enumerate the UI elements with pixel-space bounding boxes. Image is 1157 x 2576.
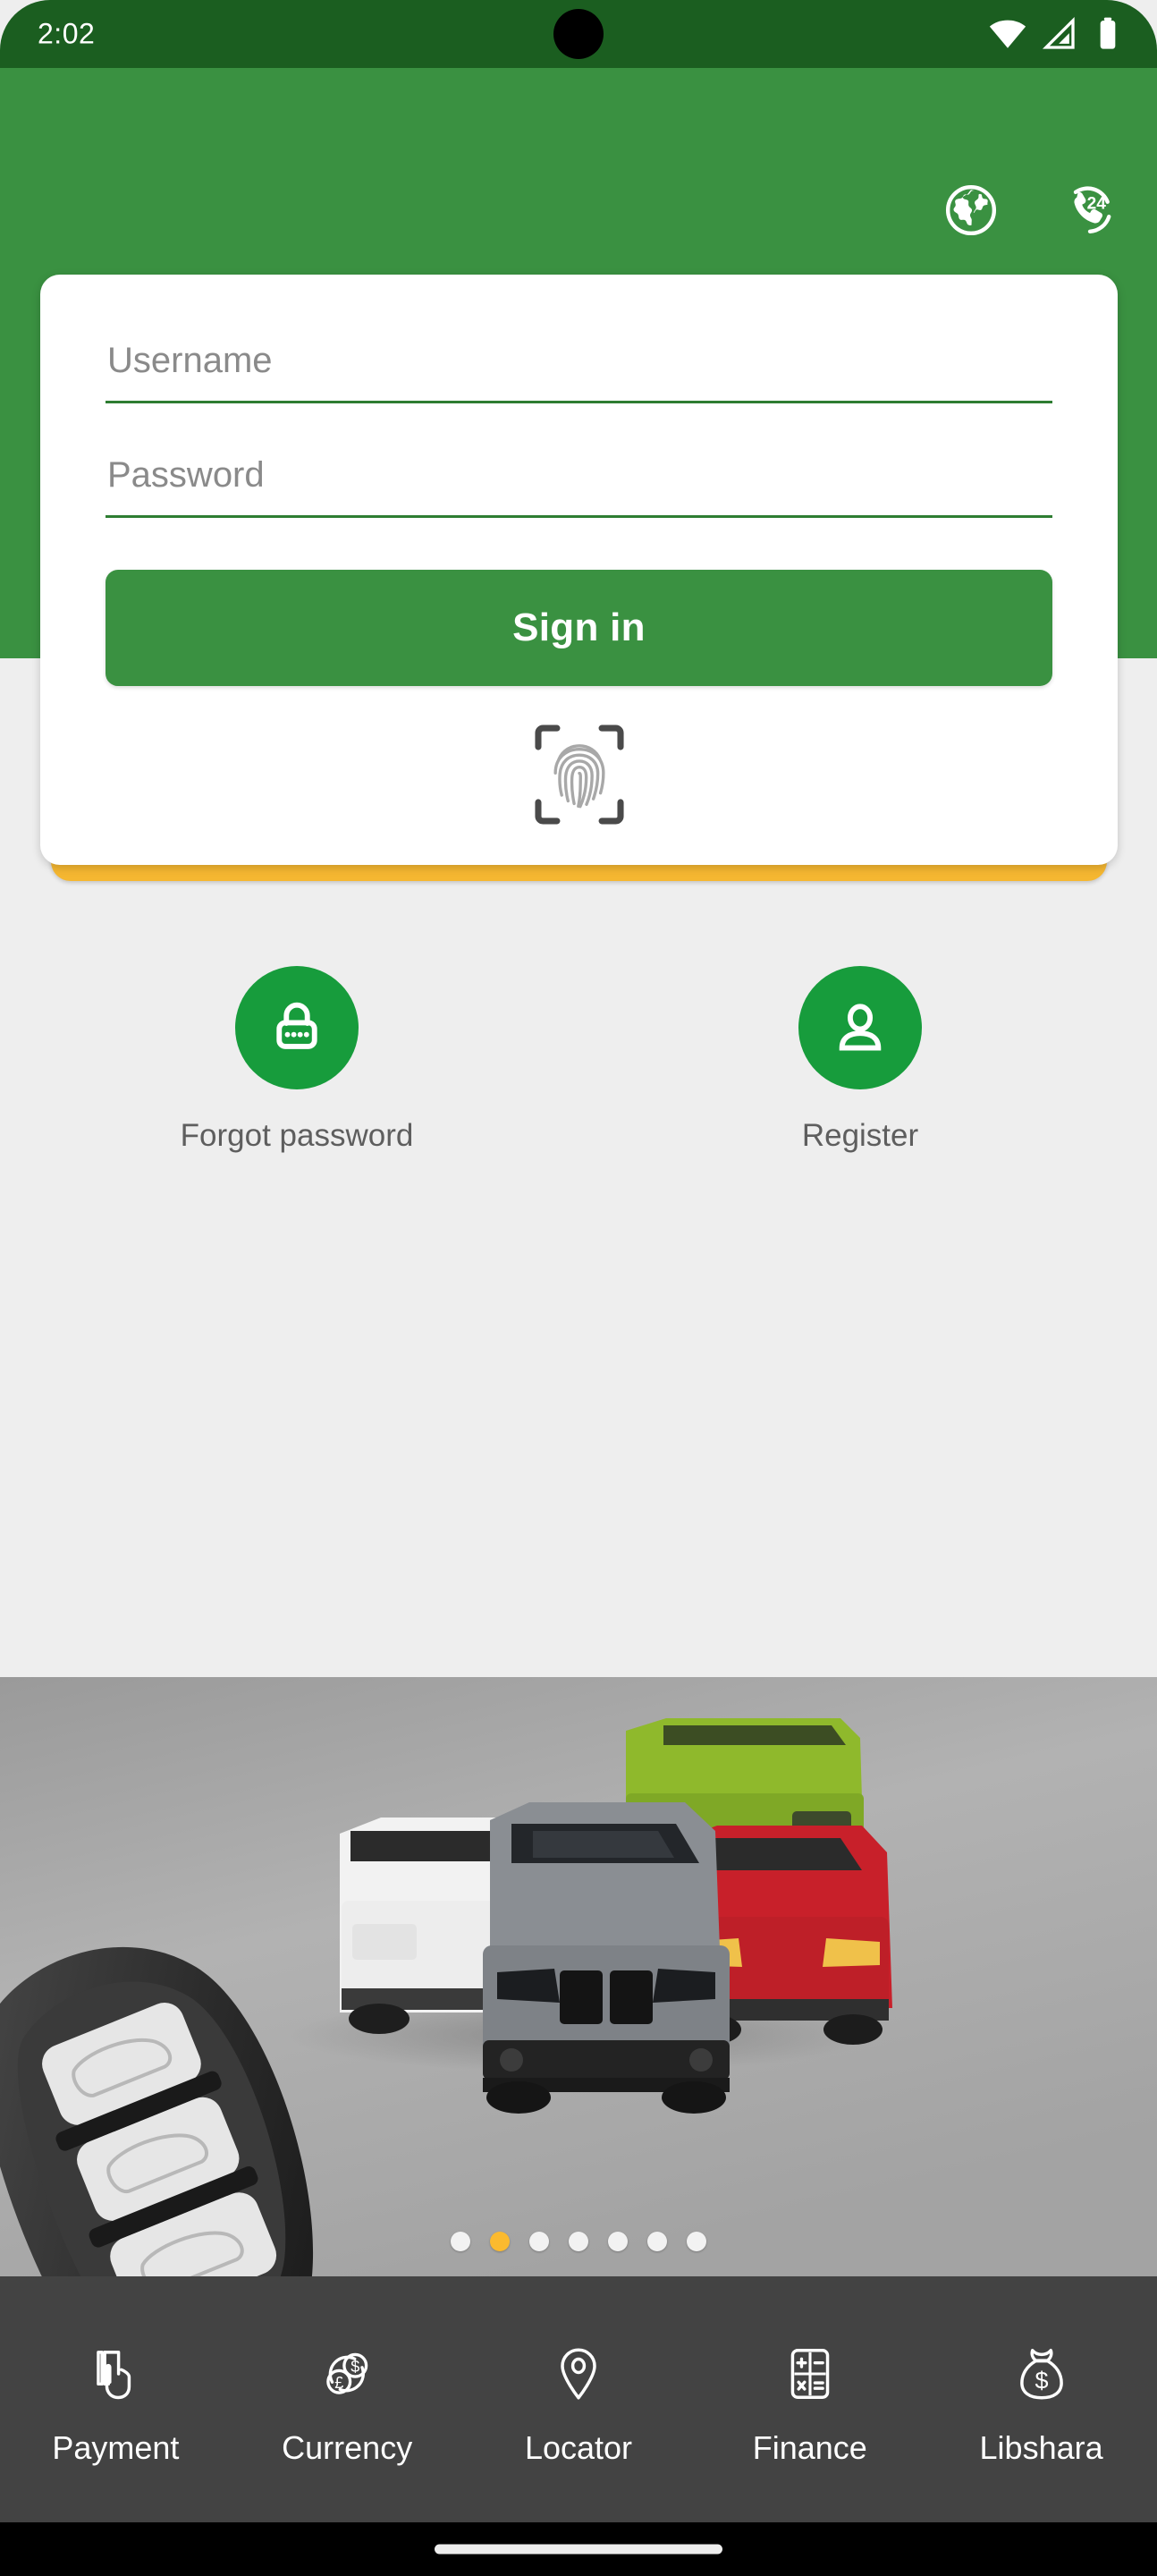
- carousel-dot[interactable]: [490, 2232, 510, 2251]
- camera-cutout: [553, 9, 604, 59]
- username-field-group: [106, 341, 1052, 403]
- forgot-password-action[interactable]: Forgot password: [149, 966, 444, 1154]
- calculator-icon: [778, 2333, 842, 2415]
- nav-label-payment: Payment: [52, 2428, 180, 2466]
- nav-item-finance[interactable]: Finance: [698, 2333, 922, 2467]
- battery-icon: [1093, 16, 1123, 52]
- login-card: Sign in: [40, 275, 1118, 865]
- promo-illustration: UNLOCK: [0, 1677, 1157, 2276]
- carousel-dot[interactable]: [687, 2232, 706, 2251]
- sign-in-button[interactable]: Sign in: [106, 570, 1052, 686]
- nav-label-locator: Locator: [524, 2428, 633, 2466]
- globe-icon[interactable]: [943, 182, 999, 238]
- biometric-row: [106, 686, 1052, 865]
- bottom-nav: Payment $ £ Currency Locator Finance $ L…: [0, 2276, 1157, 2522]
- carousel-dot[interactable]: [569, 2232, 588, 2251]
- nav-label-currency: Currency: [282, 2428, 413, 2466]
- quick-actions: Forgot password Register: [0, 966, 1157, 1154]
- gesture-navigation-area: [0, 2522, 1157, 2576]
- svg-text:$: $: [1035, 2367, 1048, 2394]
- person-icon: [798, 966, 922, 1089]
- phone-screen: 2:02 24 Username Sign in Forgot password…: [0, 0, 1157, 2576]
- carousel-dots: [0, 2232, 1157, 2251]
- promo-banner[interactable]: UNLOCK: [0, 1677, 1157, 2276]
- money-bag-icon: $: [1009, 2333, 1074, 2415]
- carousel-dot[interactable]: [451, 2232, 470, 2251]
- fingerprint-scan-icon[interactable]: [531, 722, 628, 827]
- nav-item-currency[interactable]: $ £ Currency: [235, 2333, 459, 2467]
- map-pin-icon: [546, 2333, 611, 2415]
- nav-label-finance: Finance: [752, 2428, 867, 2466]
- svg-text:£: £: [334, 2373, 343, 2391]
- status-time: 2:02: [38, 17, 96, 50]
- header-actions: 24: [943, 182, 1117, 238]
- cell-signal-icon: [1042, 16, 1077, 52]
- currency-coins-icon: $ £: [315, 2333, 379, 2415]
- support-24-icon[interactable]: 24: [1061, 182, 1117, 238]
- carousel-dot[interactable]: [608, 2232, 628, 2251]
- username-input[interactable]: [106, 341, 1052, 403]
- nav-item-libshara[interactable]: $ Libshara: [930, 2333, 1153, 2467]
- nav-item-locator[interactable]: Locator: [467, 2333, 690, 2467]
- wifi-icon: [989, 15, 1026, 53]
- svg-text:$: $: [350, 2357, 359, 2375]
- nav-label-libshara: Libshara: [979, 2428, 1103, 2466]
- password-field-group: [106, 455, 1052, 518]
- password-input[interactable]: [106, 455, 1052, 518]
- status-icons: [989, 15, 1123, 53]
- forgot-password-label: Forgot password: [180, 1118, 414, 1153]
- lock-icon: [235, 966, 359, 1089]
- svg-text:24: 24: [1087, 194, 1107, 213]
- register-label: Register: [801, 1118, 919, 1153]
- home-indicator[interactable]: [435, 2544, 722, 2555]
- carousel-dot[interactable]: [647, 2232, 667, 2251]
- nav-item-payment[interactable]: Payment: [4, 2333, 227, 2467]
- tap-card-icon: [83, 2333, 148, 2415]
- register-action[interactable]: Register: [713, 966, 1008, 1154]
- carousel-dot[interactable]: [529, 2232, 549, 2251]
